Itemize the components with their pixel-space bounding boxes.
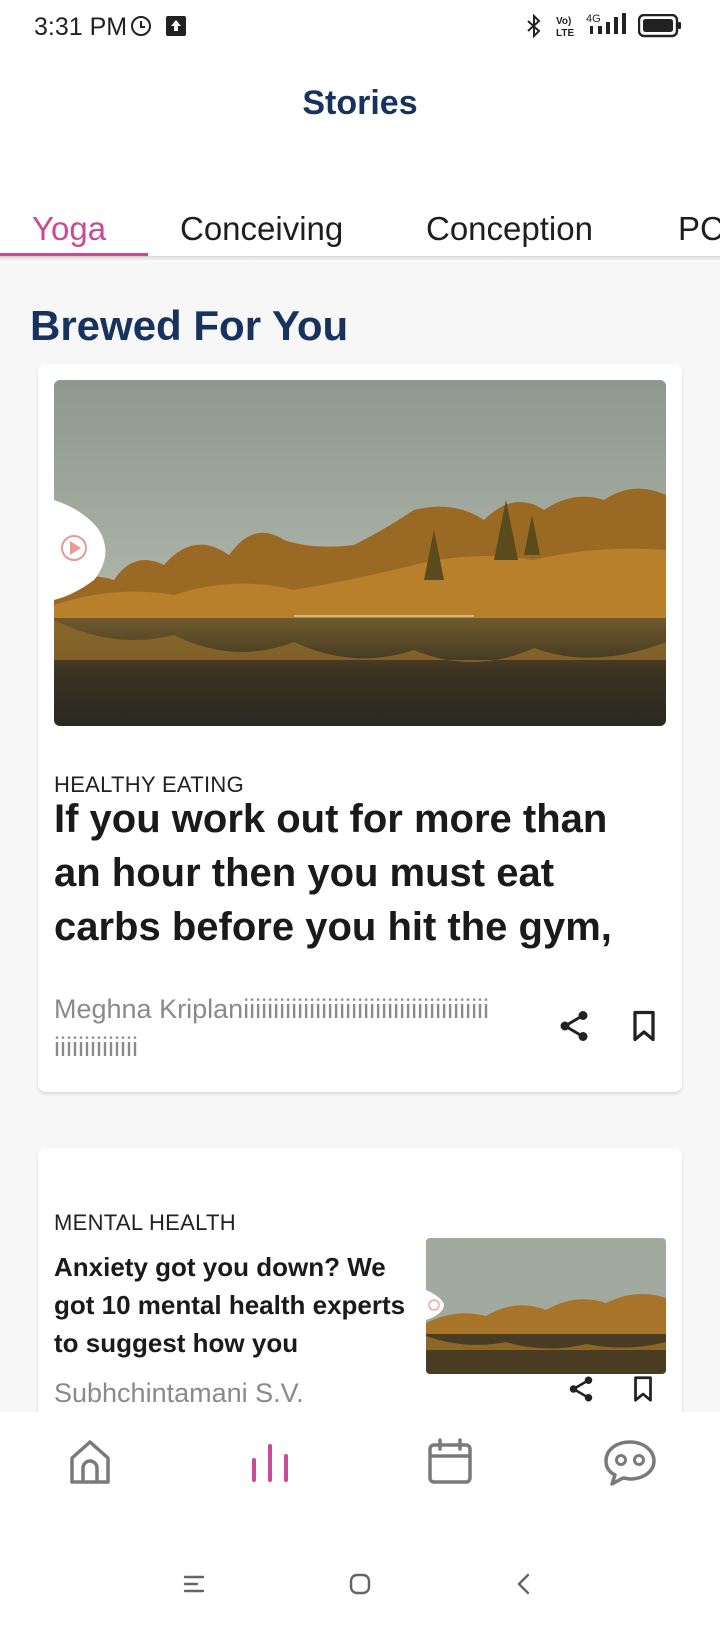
share-icon[interactable] [556, 1008, 592, 1044]
story-headline[interactable]: If you work out for more than an hour th… [54, 792, 654, 954]
status-bar: 3:31 PM Vo) LTE 4G [0, 0, 720, 56]
upload-icon [166, 16, 186, 36]
share-icon[interactable] [566, 1374, 596, 1404]
story-headline[interactable]: Anxiety got you down? We got 10 mental h… [54, 1248, 414, 1362]
alarm-icon [131, 16, 151, 36]
page-title: Stories [302, 84, 418, 122]
tab-conception[interactable]: Conception [426, 210, 593, 248]
home-button-icon[interactable] [348, 1572, 372, 1596]
svg-text:Vo): Vo) [556, 16, 571, 27]
lake-photo [426, 1238, 666, 1374]
bookmark-icon[interactable] [626, 1008, 662, 1044]
signal-icon: 4G [586, 13, 626, 34]
status-time: 3:31 PM [34, 13, 128, 41]
bluetooth-icon [527, 14, 541, 38]
back-icon[interactable] [512, 1572, 536, 1596]
bottom-nav [0, 1412, 720, 1512]
bookmark-icon[interactable] [628, 1374, 658, 1404]
story-card[interactable]: MENTAL HEALTH Anxiety got you down? We g… [38, 1148, 682, 1412]
menu-icon[interactable] [182, 1572, 206, 1596]
svg-text:4G: 4G [586, 13, 601, 25]
tab-pc[interactable]: PC [678, 210, 720, 248]
calendar-icon[interactable] [424, 1436, 476, 1488]
story-image[interactable] [54, 380, 666, 726]
lake-photo [54, 380, 666, 726]
story-thumbnail[interactable] [426, 1238, 666, 1374]
story-author: Subhchintamani S.V. [54, 1378, 304, 1408]
section-title: Brewed For You [30, 302, 349, 349]
battery-icon [638, 14, 681, 38]
chat-icon[interactable] [602, 1436, 658, 1488]
stories-feed[interactable]: Brewed For You HEALTHY EATING If you wor… [0, 262, 720, 1412]
stories-icon[interactable] [244, 1436, 296, 1488]
home-icon[interactable] [64, 1436, 116, 1488]
story-category: MENTAL HEALTH [54, 1210, 236, 1235]
svg-text:LTE: LTE [556, 28, 574, 38]
tab-yoga[interactable]: Yoga [32, 210, 106, 248]
system-nav-bar [0, 1560, 720, 1650]
tab-conceiving[interactable]: Conceiving [180, 210, 343, 248]
story-author: Meghna Kriplaniiiiiiiiiiiiiiiiiiiiiiiiii… [54, 994, 490, 1062]
story-card[interactable]: HEALTHY EATING If you work out for more … [38, 364, 682, 1092]
volte-icon: Vo) LTE [556, 16, 574, 38]
category-tabs: Yoga Conceiving Conception PC [0, 196, 720, 256]
